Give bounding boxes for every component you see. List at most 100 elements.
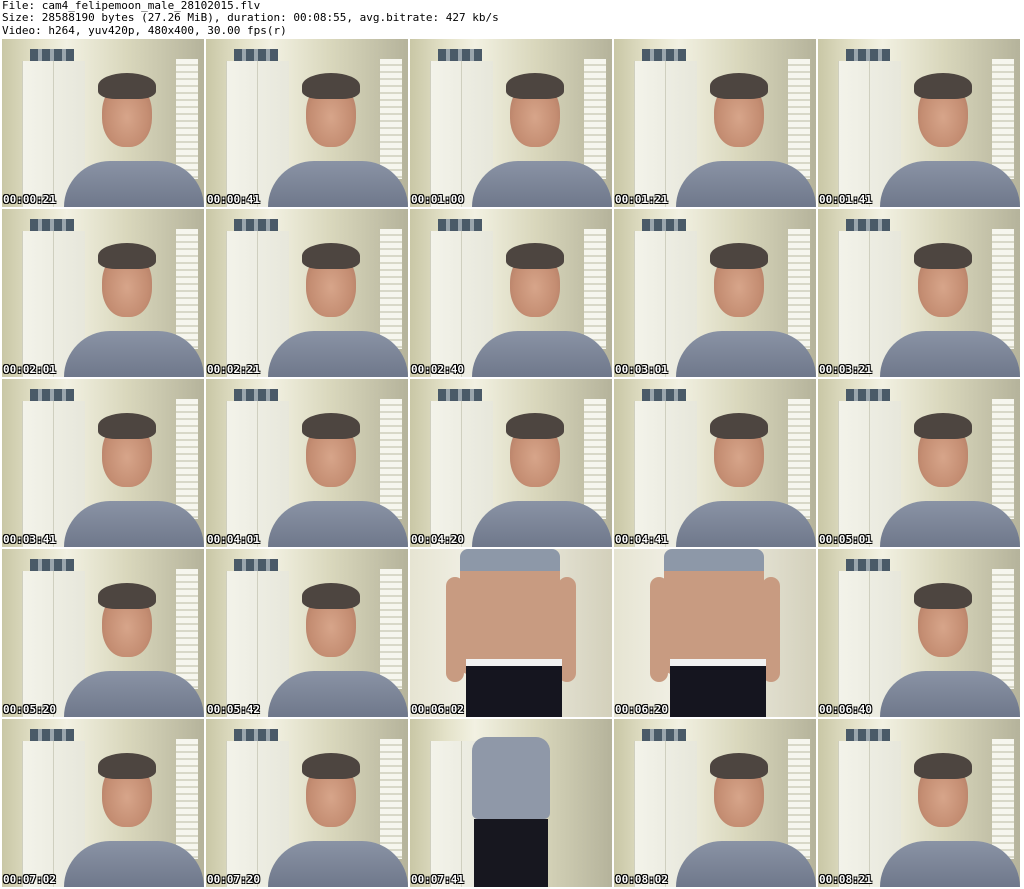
frame-shirt [880,671,1020,717]
frame-timestamp: 00:03:21 [819,363,872,376]
file-size-line: Size: 28588190 bytes (27.26 MiB), durati… [2,11,499,25]
frame-figure-top [472,737,550,819]
video-frame-thumbnail[interactable]: 00:01:21 [614,39,816,207]
frame-hair [506,413,564,439]
frame-shirt [64,671,204,717]
frame-hair [710,73,768,99]
video-frame-thumbnail[interactable]: 00:06:02 [410,549,612,717]
frame-person [676,209,816,377]
video-frame-thumbnail[interactable]: 00:08:21 [818,719,1020,887]
frame-shirt [676,331,816,377]
frame-hair [98,243,156,269]
video-frame-thumbnail[interactable]: 00:02:40 [410,209,612,377]
frame-shirt [64,161,204,207]
video-frame-thumbnail[interactable]: 00:01:41 [818,39,1020,207]
frame-person [64,379,204,547]
frame-shirt [472,501,612,547]
video-frame-thumbnail[interactable]: 00:00:21 [2,39,204,207]
frame-timestamp: 00:02:01 [3,363,56,376]
frame-hair [710,243,768,269]
video-frame-thumbnail[interactable]: 00:01:00 [410,39,612,207]
frame-shirt [268,671,408,717]
frame-shirt [64,841,204,887]
frame-timestamp: 00:03:41 [3,533,56,546]
frame-hair [98,583,156,609]
frame-hair [98,413,156,439]
video-frame-thumbnail[interactable]: 00:07:02 [2,719,204,887]
frame-person [880,549,1020,717]
video-frame-thumbnail[interactable]: 00:06:40 [818,549,1020,717]
frame-timestamp: 00:04:41 [615,533,668,546]
frame-person [880,379,1020,547]
video-frame-thumbnail[interactable]: 00:06:20 [614,549,816,717]
frame-shirt [268,161,408,207]
frame-shirt [268,841,408,887]
frame-timestamp: 00:02:21 [207,363,260,376]
frame-person [268,379,408,547]
video-frame-thumbnail[interactable]: 00:08:02 [614,719,816,887]
video-frame-thumbnail[interactable]: 00:02:01 [2,209,204,377]
file-info-header: File: cam4_felipemoon_male_28102015.flv … [2,0,1022,38]
frame-shirt [268,331,408,377]
video-frame-thumbnail[interactable]: 00:05:01 [818,379,1020,547]
frame-trunks [466,659,562,717]
frame-person [64,549,204,717]
frame-hair [914,73,972,99]
frame-figure-bottom [474,819,548,887]
video-frame-thumbnail[interactable]: 00:07:41 [410,719,612,887]
frame-shirt [472,161,612,207]
frame-person [880,209,1020,377]
frame-person [64,39,204,207]
frame-timestamp: 00:07:20 [207,873,260,886]
frame-timestamp: 00:05:42 [207,703,260,716]
frame-timestamp: 00:06:20 [615,703,668,716]
frame-person [268,209,408,377]
frame-hair [710,413,768,439]
frame-shirt [676,501,816,547]
frame-person [880,719,1020,887]
video-frame-thumbnail[interactable]: 00:04:20 [410,379,612,547]
frame-person [676,39,816,207]
video-frame-thumbnail[interactable]: 00:03:21 [818,209,1020,377]
video-frame-thumbnail[interactable]: 00:03:41 [2,379,204,547]
frame-person [268,549,408,717]
video-frame-thumbnail[interactable]: 00:05:20 [2,549,204,717]
frame-shirt [880,331,1020,377]
frame-person [472,379,612,547]
frame-timestamp: 00:04:01 [207,533,260,546]
frame-trunks [670,659,766,717]
frame-timestamp: 00:03:01 [615,363,668,376]
video-frame-thumbnail[interactable]: 00:04:01 [206,379,408,547]
frame-timestamp: 00:01:41 [819,193,872,206]
frame-person [268,719,408,887]
video-info-line: Video: h264, yuv420p, 480x400, 30.00 fps… [2,23,287,37]
frame-shirt [676,841,816,887]
frame-shirt [64,501,204,547]
frame-shirt [676,161,816,207]
frame-timestamp: 00:08:02 [615,873,668,886]
frame-torso [460,549,560,674]
frame-shirt [880,161,1020,207]
frame-shirt [880,841,1020,887]
video-frame-thumbnail[interactable]: 00:07:20 [206,719,408,887]
video-frame-thumbnail[interactable]: 00:04:41 [614,379,816,547]
frame-hair [914,583,972,609]
frame-hair [302,753,360,779]
frame-hair [302,73,360,99]
video-frame-thumbnail[interactable]: 00:00:41 [206,39,408,207]
frame-hair [98,73,156,99]
frame-hair [506,243,564,269]
frame-torso [664,549,764,674]
frame-hair [302,413,360,439]
frame-person [472,39,612,207]
video-frame-thumbnail[interactable]: 00:05:42 [206,549,408,717]
video-frame-thumbnail[interactable]: 00:02:21 [206,209,408,377]
frame-timestamp: 00:01:21 [615,193,668,206]
video-frame-thumbnail[interactable]: 00:03:01 [614,209,816,377]
frame-hair [710,753,768,779]
frame-timestamp: 00:04:20 [411,533,464,546]
frame-timestamp: 00:07:02 [3,873,56,886]
frame-person [64,719,204,887]
frame-timestamp: 00:00:41 [207,193,260,206]
frame-shirt [472,331,612,377]
